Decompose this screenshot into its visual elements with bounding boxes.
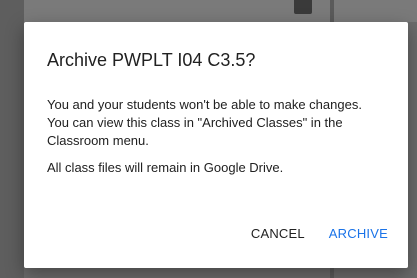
backdrop-left-panel [0,0,24,278]
archive-class-dialog: Archive PWPLT I04 C3.5? You and your stu… [24,22,408,268]
dialog-body: You and your students won't be able to m… [47,96,367,177]
backdrop-element [294,0,312,14]
backdrop-top-bar [24,0,417,22]
dialog-note: All class files will remain in Google Dr… [47,160,284,175]
dialog-actions: CANCEL ARCHIVE [251,226,388,241]
cancel-button[interactable]: CANCEL [251,226,305,241]
dialog-message: You and your students won't be able to m… [47,97,362,148]
dialog-title: Archive PWPLT I04 C3.5? [47,50,256,70]
archive-button[interactable]: ARCHIVE [329,226,388,241]
